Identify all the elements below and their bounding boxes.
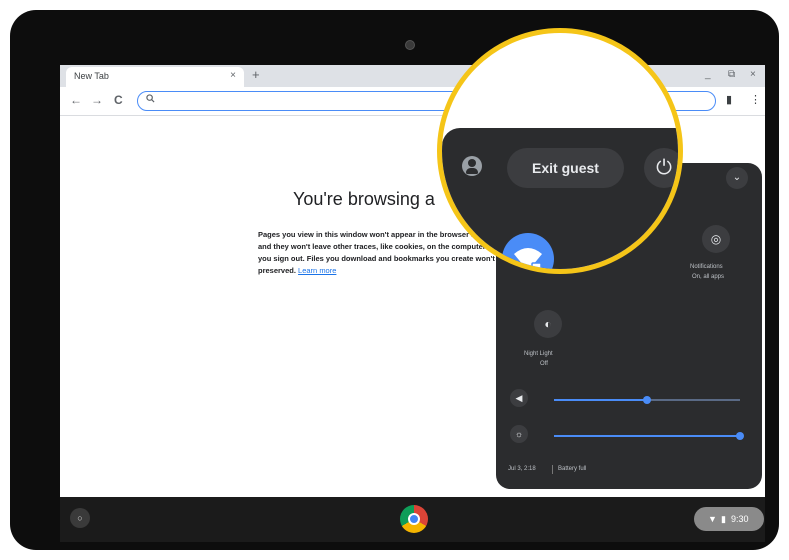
launcher-button[interactable]: ○ (70, 508, 90, 528)
reload-button[interactable]: C (114, 93, 123, 107)
magnified-quick-settings: Exit guest ⏻ (442, 128, 678, 269)
new-tab-button[interactable]: + (252, 68, 260, 82)
guest-avatar-icon[interactable] (462, 156, 482, 176)
clock-text: 9:30 (731, 514, 749, 524)
shelf: ○ ▼ ▮ 9:30 (60, 497, 765, 542)
wifi-tile-icon[interactable] (502, 233, 554, 269)
wifi-icon: ▼ (708, 514, 717, 524)
night-light-icon[interactable]: ◐ (534, 310, 562, 338)
notifications-sub: On, all apps (692, 274, 725, 280)
battery-status-text: Battery full (552, 465, 586, 474)
browser-tab[interactable]: New Tab × (66, 67, 244, 87)
tab-close-icon[interactable]: × (230, 70, 236, 81)
date-text: Jul 3, 2:18 (508, 466, 536, 472)
network-tile-edge[interactable] (638, 236, 678, 269)
front-camera (405, 40, 415, 50)
magnifier-callout: Exit guest ⏻ (437, 28, 683, 274)
exit-guest-button[interactable]: Exit guest (507, 148, 624, 188)
window-close-button[interactable]: × (750, 69, 756, 80)
night-light-label: Night Light (524, 351, 553, 357)
page-title: You're browsing a (293, 189, 435, 209)
maximize-button[interactable]: ⧉ (728, 69, 735, 80)
brightness-icon[interactable]: ☼ (510, 425, 528, 443)
guest-profile-icon[interactable]: ▮ (726, 93, 732, 106)
notifications-label: Notifications (690, 264, 723, 270)
notifications-icon[interactable]: ◎ (702, 225, 730, 253)
battery-icon: ▮ (721, 514, 726, 524)
minimize-button[interactable]: _ (705, 69, 711, 80)
learn-more-link[interactable]: Learn more (298, 266, 336, 275)
volume-icon[interactable]: ◀ (510, 389, 528, 407)
menu-icon[interactable]: ⋮ (750, 93, 761, 106)
back-button[interactable]: ← (70, 93, 82, 107)
chrome-app-icon[interactable] (400, 505, 428, 533)
tab-title: New Tab (74, 71, 109, 81)
search-icon (146, 94, 155, 106)
power-icon[interactable]: ⏻ (644, 148, 678, 188)
collapse-icon[interactable]: ⌄ (726, 167, 748, 189)
night-light-sub: Off (540, 361, 548, 367)
forward-button[interactable]: → (91, 93, 103, 107)
status-area[interactable]: ▼ ▮ 9:30 (694, 507, 764, 531)
